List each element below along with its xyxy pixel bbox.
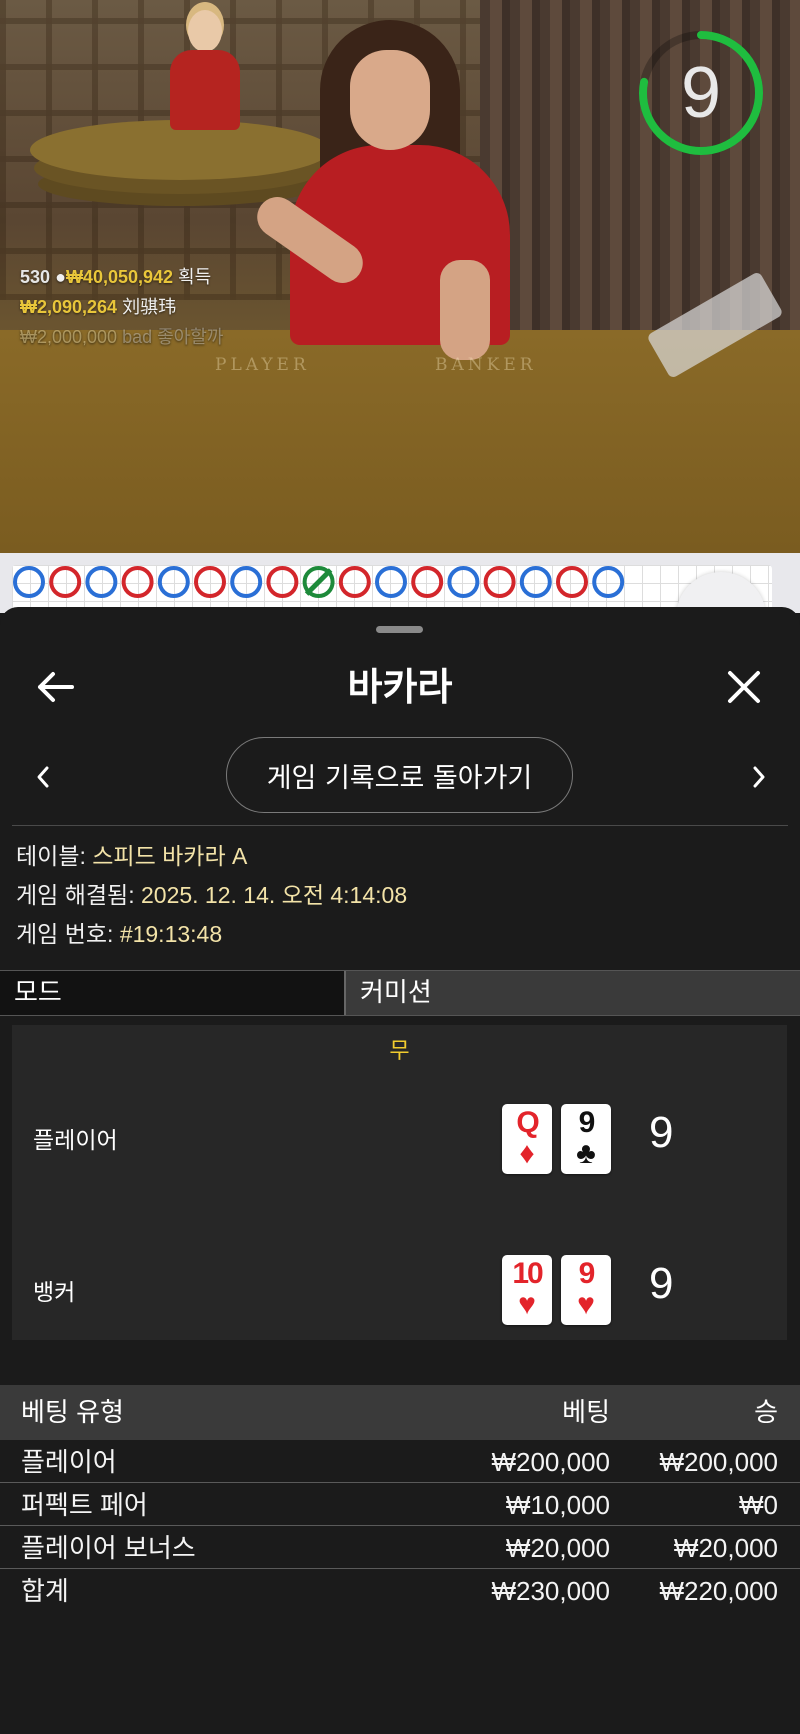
game-number-label: 게임 번호:: [16, 921, 114, 947]
card-rank: 9: [578, 1257, 596, 1290]
bet-type: 플레이어: [21, 1447, 117, 1477]
win-amount: ₩200,000: [659, 1447, 778, 1477]
divider: [12, 825, 788, 826]
faded-winner-amount: ₩2,000,000: [20, 327, 118, 347]
faded-winner-name: bad 좋아할까: [122, 327, 224, 347]
total-winnings: ₩40,050,942: [65, 267, 174, 287]
winner-name: 刘骐玮: [122, 297, 177, 317]
previous-game-button[interactable]: [18, 752, 68, 802]
next-game-button[interactable]: [734, 752, 784, 802]
bead-blue: [519, 566, 552, 598]
playing-card: 9 ♥: [561, 1255, 611, 1325]
sheet-title: 바카라: [347, 665, 453, 709]
playing-card: 10 ♥: [502, 1255, 552, 1325]
game-number-value: #19:13:48: [119, 921, 223, 947]
bead-red: [338, 566, 371, 598]
card-suit-icon: ♦: [519, 1137, 535, 1170]
header-bet: 베팅: [562, 1397, 610, 1427]
bet-type: 퍼펙트 페어: [21, 1490, 148, 1520]
card-suit-icon: ♥: [518, 1288, 536, 1321]
bead-red: [483, 566, 516, 598]
card-rank: Q: [516, 1106, 539, 1139]
live-video: PLAYER BANKER 9 530 ●₩40,050,942 획득 ₩2,0…: [0, 0, 800, 553]
bets-table: 베팅 유형 베팅 승 플레이어 ₩200,000 ₩200,000 퍼펙트 페어…: [0, 1385, 800, 1611]
resolved-value: 2025. 12. 14. 오전 4:14:08: [140, 882, 408, 908]
bet-row: 퍼펙트 페어 ₩10,000 ₩0: [0, 1483, 800, 1526]
bet-type: 플레이어 보너스: [21, 1533, 196, 1563]
felt-banker-text: BANKER: [435, 355, 537, 375]
chevron-right-icon: [753, 766, 765, 788]
bead-blue: [85, 566, 118, 598]
bead-blue: [13, 566, 45, 598]
win-amount: ₩20,000: [673, 1533, 778, 1563]
game-history-sheet: 바카라 게임 기록으로 돌아가기 테이블: 스피드 바카라 A 게임 해결됨: …: [0, 607, 800, 1734]
bead-blue: [592, 566, 625, 598]
playing-card: Q ♦: [502, 1104, 552, 1174]
bet-row: 플레이어 ₩200,000 ₩200,000: [0, 1440, 800, 1483]
bet-row: 플레이어 보너스 ₩20,000 ₩20,000: [0, 1526, 800, 1569]
bead-red: [411, 566, 444, 598]
dealer: [249, 20, 550, 360]
bead-blue: [447, 566, 480, 598]
bead-red: [266, 566, 299, 598]
bead-red: [556, 566, 588, 598]
win-amount: ₩0: [739, 1490, 778, 1520]
game-info: 테이블: 스피드 바카라 A 게임 해결됨: 2025. 12. 14. 오전 …: [16, 837, 407, 954]
card-suit-icon: ♣: [576, 1137, 596, 1170]
table-value: 스피드 바카라 A: [92, 843, 248, 869]
total-label: 합계: [21, 1576, 69, 1606]
return-to-history-button[interactable]: 게임 기록으로 돌아가기: [226, 737, 573, 813]
close-button[interactable]: [714, 657, 774, 717]
total-suffix: 획득: [178, 267, 212, 287]
bead-road: [13, 566, 625, 598]
drag-handle[interactable]: [376, 626, 423, 633]
banker-score: 9: [649, 1259, 674, 1308]
total-win: ₩220,000: [659, 1576, 778, 1606]
background-dealer: [160, 10, 250, 130]
sheet-header: 바카라: [0, 647, 800, 727]
bead-blue: [230, 566, 263, 598]
total-bet: ₩230,000: [491, 1576, 610, 1606]
resolved-label: 게임 해결됨:: [16, 882, 135, 908]
felt-player-text: PLAYER: [215, 355, 310, 375]
countdown-timer: 9: [680, 53, 722, 133]
playing-card: 9 ♣: [561, 1104, 611, 1174]
bead-red: [194, 566, 226, 598]
game-navigation: 게임 기록으로 돌아가기: [0, 737, 800, 817]
bet-amount: ₩10,000: [505, 1490, 610, 1520]
card-suit-icon: ♥: [577, 1288, 595, 1321]
close-icon: [728, 671, 760, 703]
round-result: 무 플레이어 Q ♦ 9 ♣ 9 뱅커 10 ♥ 9 ♥ 9: [12, 1025, 787, 1340]
card-rank: 9: [578, 1106, 596, 1139]
tie-slash: [304, 568, 333, 596]
mode-tabs: 모드 커미션: [0, 970, 800, 1016]
header-win: 승: [754, 1397, 778, 1427]
bead-blue: [157, 566, 190, 598]
bead-red: [121, 566, 154, 598]
card-rank: 10: [512, 1257, 543, 1290]
outcome-label: 무: [389, 1039, 410, 1064]
chevron-left-icon: [37, 766, 49, 788]
winner-amount: ₩2,090,264: [20, 297, 118, 317]
player-label: 플레이어: [33, 1128, 118, 1154]
bet-amount: ₩20,000: [505, 1533, 610, 1563]
tab-commission[interactable]: 커미션: [346, 971, 800, 1015]
players-icon: ●: [55, 267, 66, 287]
player-count: 530: [20, 267, 51, 287]
bets-header: 베팅 유형 베팅 승: [0, 1385, 800, 1440]
bead-red: [49, 566, 82, 598]
player-score: 9: [649, 1108, 674, 1157]
table-label: 테이블:: [16, 843, 86, 869]
bet-amount: ₩200,000: [491, 1447, 610, 1477]
bead-blue: [375, 566, 407, 598]
winners-feed: 530 ●₩40,050,942 획득 ₩2,090,264 刘骐玮 ₩2,00…: [20, 262, 223, 352]
banker-label: 뱅커: [33, 1280, 76, 1306]
tab-mode[interactable]: 모드: [0, 971, 346, 1015]
total-row: 합계 ₩230,000 ₩220,000: [0, 1569, 800, 1611]
header-bet-type: 베팅 유형: [21, 1397, 124, 1427]
